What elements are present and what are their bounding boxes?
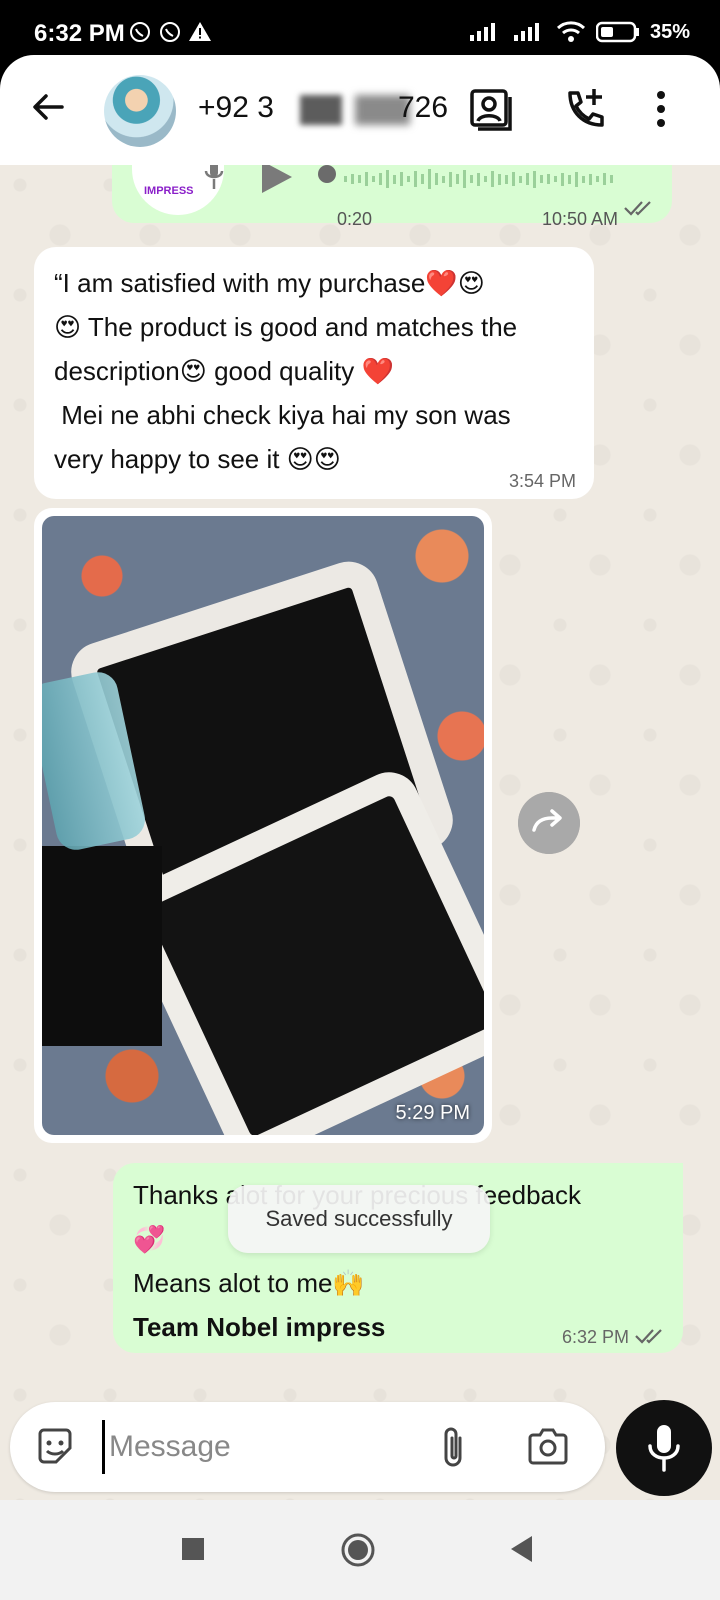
back-arrow-icon[interactable] — [28, 87, 68, 127]
system-nav-bar — [0, 1500, 720, 1600]
contact-avatar[interactable] — [104, 75, 176, 147]
message-line: 😍 The product is good and matches the — [54, 312, 518, 342]
voice-duration: 0:20 — [337, 209, 373, 229]
play-icon[interactable] — [262, 165, 292, 193]
recents-button-icon[interactable] — [180, 1536, 206, 1562]
product-photo[interactable]: 5:29 PM — [42, 516, 484, 1135]
add-call-icon[interactable] — [560, 85, 608, 133]
read-ticks-icon — [635, 1329, 662, 1344]
read-ticks-icon — [624, 201, 651, 216]
message-time: 10:50 AM — [541, 209, 618, 229]
back-button-icon[interactable] — [508, 1534, 534, 1564]
message-line: Mei ne abhi check kiya hai my son was — [54, 400, 511, 430]
mic-icon — [204, 165, 224, 189]
voice-waveform[interactable] — [344, 169, 644, 189]
saved-toast: Saved successfully — [228, 1185, 490, 1253]
more-options-icon[interactable] — [646, 85, 676, 133]
chat-header: +92 3 726 — [0, 55, 720, 165]
signal-icon — [513, 23, 539, 41]
playback-thumb[interactable] — [316, 165, 338, 185]
message-line: very happy to see it 😍😍 — [54, 444, 341, 474]
message-line: “I am satisfied with my purchase❤️😍 — [54, 268, 485, 298]
voice-record-button[interactable] — [616, 1400, 712, 1496]
message-line: Means alot to me🙌 — [133, 1268, 365, 1298]
wifi-icon — [556, 21, 585, 42]
home-button-icon[interactable] — [340, 1532, 376, 1568]
review-message-bubble[interactable]: “I am satisfied with my purchase❤️😍 😍 Th… — [34, 247, 594, 499]
status-time: 6:32 PM — [34, 20, 125, 47]
battery-percent: 35% — [649, 20, 690, 43]
sticker-icon[interactable] — [34, 1426, 76, 1468]
pouch-image — [42, 846, 162, 1046]
photo-message-bubble[interactable]: 5:29 PM — [34, 508, 492, 1143]
message-line: description😍 good quality ❤️ — [54, 356, 394, 386]
mic-icon — [648, 1425, 680, 1472]
message-composer — [10, 1402, 605, 1492]
forward-icon[interactable] — [518, 792, 580, 854]
whatsapp-notification-icon — [130, 22, 150, 42]
status-bar: 6:32 PM 35% — [0, 0, 720, 60]
signal-icon — [469, 23, 495, 41]
attach-icon[interactable] — [438, 1424, 468, 1470]
whatsapp-notification-icon — [160, 22, 180, 42]
contact-card-icon[interactable] — [466, 85, 514, 133]
message-time: 5:29 PM — [395, 1102, 470, 1124]
battery-icon — [595, 21, 639, 43]
message-time: 6:32 PM — [561, 1327, 629, 1347]
redaction-blur — [300, 95, 342, 125]
message-input[interactable] — [102, 1420, 402, 1474]
voice-sender-avatar: IMPRESS — [132, 165, 224, 215]
warning-icon — [189, 22, 211, 41]
contact-name-suffix[interactable]: 726 — [398, 91, 448, 125]
camera-icon[interactable] — [526, 1426, 570, 1466]
chat-area[interactable]: IMPRESS 0:20 10:50 AM “I am satisfied wi… — [0, 165, 720, 1500]
message-time: 3:54 PM — [508, 471, 576, 491]
contact-name-prefix[interactable]: +92 3 — [198, 91, 274, 125]
brand-logo-text: IMPRESS — [144, 185, 194, 197]
voice-message-bubble[interactable]: IMPRESS 0:20 10:50 AM — [112, 165, 672, 229]
